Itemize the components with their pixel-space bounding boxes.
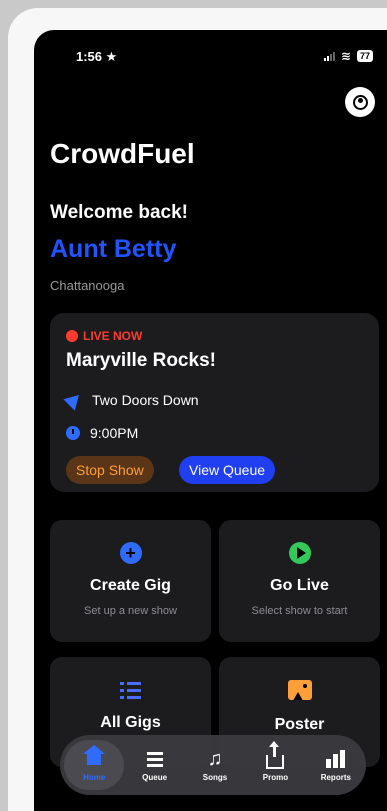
- view-queue-button[interactable]: View Queue: [179, 456, 276, 484]
- poster-title: Poster: [274, 716, 325, 733]
- tab-promo-label: Promo: [262, 773, 289, 782]
- show-title: Maryville Rocks!: [66, 350, 216, 371]
- plus-icon: +: [119, 542, 142, 564]
- profile-button[interactable]: [345, 87, 375, 117]
- welcome-text: Welcome back!: [50, 202, 188, 223]
- go-live-tile[interactable]: Go Live Select show to start: [219, 520, 380, 642]
- venue-name: Two Doors Down: [92, 392, 199, 408]
- venue-row: Two Doors Down: [63, 389, 199, 411]
- live-badge-label: LIVE NOW: [83, 329, 143, 343]
- tab-bar: Home Queue ♫ Songs Promo Reports: [60, 735, 366, 795]
- live-dot-icon: [66, 330, 78, 342]
- songs-icon: ♫: [207, 748, 223, 770]
- tab-songs-label: Songs: [202, 773, 228, 782]
- home-icon: [83, 745, 106, 767]
- play-icon: [288, 542, 311, 564]
- tab-home[interactable]: Home: [64, 740, 125, 790]
- stop-show-button[interactable]: Stop Show: [66, 456, 154, 484]
- go-live-subtitle: Select show to start: [251, 605, 348, 617]
- status-time: 1:56 ★: [76, 49, 118, 64]
- queue-icon: [146, 751, 163, 767]
- tab-queue[interactable]: Queue: [124, 740, 184, 790]
- live-show-card: LIVE NOW Maryville Rocks! Two Doors Down…: [50, 313, 379, 492]
- signal-icon: [323, 51, 335, 61]
- tab-songs[interactable]: ♫ Songs: [185, 740, 245, 790]
- reports-chart-icon: [326, 750, 346, 768]
- poster-image-icon: [287, 680, 312, 700]
- time-row: 9:00PM: [66, 425, 138, 441]
- go-live-title: Go Live: [270, 577, 329, 594]
- app-title: CrowdFuel: [50, 138, 195, 169]
- user-name: Aunt Betty: [50, 235, 177, 263]
- all-gigs-title: All Gigs: [100, 714, 161, 731]
- list-icon: [120, 681, 141, 699]
- create-gig-tile[interactable]: + Create Gig Set up a new show: [50, 520, 211, 642]
- phone-screen: 1:56 ★ ≋ 77 CrowdFuel Welcome back! Aunt…: [34, 30, 387, 811]
- show-time: 9:00PM: [90, 425, 139, 441]
- create-gig-title: Create Gig: [90, 577, 171, 594]
- battery-icon: 77: [356, 50, 373, 62]
- profile-icon: [352, 94, 368, 110]
- status-indicators: ≋ 77: [323, 49, 373, 63]
- status-bar: 1:56 ★ ≋ 77: [34, 49, 387, 69]
- tab-home-label: Home: [83, 773, 106, 782]
- tab-queue-label: Queue: [142, 773, 168, 782]
- location-arrow-icon: [63, 389, 85, 411]
- clock-icon: [66, 426, 80, 440]
- tab-reports[interactable]: Reports: [306, 740, 366, 790]
- user-city: Chattanooga: [50, 278, 125, 293]
- create-gig-subtitle: Set up a new show: [84, 605, 177, 617]
- promo-share-icon: [266, 741, 285, 769]
- live-badge: LIVE NOW: [66, 329, 142, 343]
- tab-reports-label: Reports: [320, 773, 351, 782]
- tab-promo[interactable]: Promo: [245, 740, 305, 790]
- wifi-icon: ≋: [340, 49, 351, 63]
